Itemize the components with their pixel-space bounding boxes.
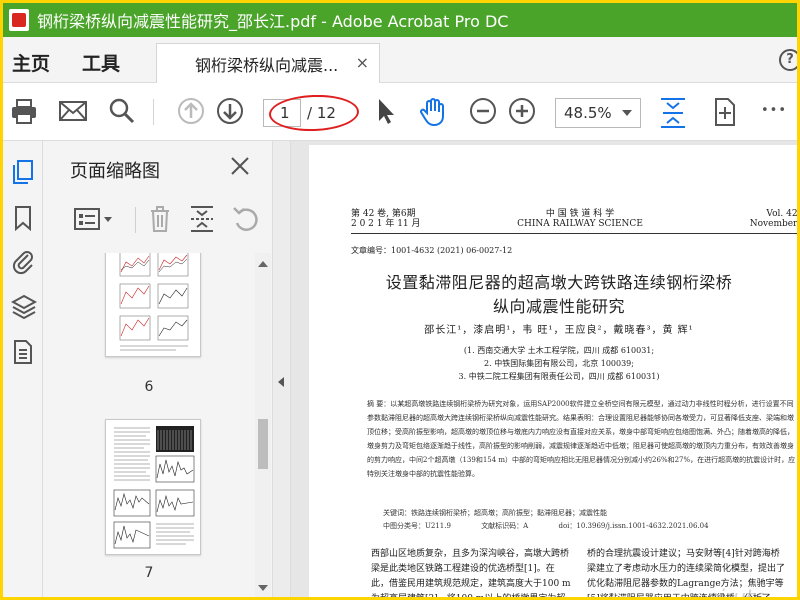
tab-bar: 主页 工具 钢桁梁桥纵向减震... × ?	[3, 37, 797, 83]
page-thumbnail[interactable]	[105, 253, 201, 357]
thumbnail-page-number: 6	[144, 379, 154, 395]
classification-row: 中图分类号：U211.9 文献标识码：A doi：10.3969/j.issn.…	[383, 521, 797, 531]
volume-text: 第 42 卷, 第6期	[351, 209, 416, 219]
collapse-panel-strip[interactable]	[273, 141, 291, 597]
doi: doi：10.3969/j.issn.1001-4632.2021.06.04	[558, 522, 709, 530]
date-en-text: November, 2021	[749, 219, 797, 229]
affiliation-line: (1. 西南交通大学 土木工程学院，四川 成都 610031;	[463, 346, 655, 355]
pdf-page: 第 42 卷, 第6期 2 0 2 1 年 11 月 中 国 铁 道 科 学 C…	[309, 145, 797, 597]
keywords: 关键词：铁路连续钢桁梁桥；超高墩；高阶振型；黏滞阻尼器；减震性能	[383, 509, 607, 517]
zoom-level-dropdown[interactable]: 48.5%	[555, 98, 641, 128]
thumbnail-graphic	[113, 426, 195, 549]
scroll-up-arrow-icon[interactable]	[258, 261, 268, 267]
panel-title: 页面缩略图	[70, 161, 160, 182]
email-icon[interactable]	[58, 97, 88, 125]
page-thumbnails-panel: 页面缩略图 6 7	[43, 141, 273, 597]
window-title: 钢桁梁桥纵向减震性能研究_邵长江.pdf - Adobe Acrobat Pro…	[37, 12, 509, 31]
journal-name-cn: 中 国 铁 道 科 学	[545, 209, 615, 219]
article-title-line1: 设置黏滞阻尼器的超高墩大跨铁路连续钢桁梁桥	[385, 273, 733, 292]
close-panel-icon[interactable]	[229, 155, 251, 177]
acrobat-window: 钢桁梁桥纵向减震性能研究_邵长江.pdf - Adobe Acrobat Pro…	[3, 3, 797, 597]
layers-icon[interactable]	[11, 293, 37, 321]
next-page-icon[interactable]	[216, 97, 244, 125]
article-title-line2: 纵向减震性能研究	[492, 297, 625, 316]
affiliation-line: 2. 中铁国际集团有限公司，北京 100039;	[484, 359, 634, 368]
close-tab-icon[interactable]: ×	[356, 53, 369, 72]
volume-en-text: Vol. 42 No. 6	[766, 209, 797, 219]
thumbnail-graphic	[119, 253, 189, 351]
scroll-down-arrow-icon[interactable]	[258, 585, 268, 591]
panel-tools-separator	[135, 207, 136, 233]
thumbnail-scrollbar[interactable]	[255, 253, 271, 597]
watermark: eirutc	[707, 585, 765, 597]
document-code: 文献标识码：A	[481, 522, 529, 530]
journal-name: 中 国 铁 道 科 学 CHINA RAILWAY SCIENCE	[505, 209, 655, 229]
select-cursor-icon[interactable]	[375, 97, 397, 125]
undo-icon[interactable]	[231, 205, 259, 233]
title-bar: 钢桁梁桥纵向减震性能研究_邵长江.pdf - Adobe Acrobat Pro…	[3, 3, 797, 37]
tab-home[interactable]: 主页	[12, 49, 50, 76]
journal-volume-en: Vol. 42 No. 6 November, 2021	[745, 209, 797, 229]
previous-page-icon[interactable]	[177, 97, 205, 125]
toolbar-separator	[153, 99, 154, 125]
document-tab-label: 钢桁梁桥纵向减震...	[195, 55, 339, 75]
tab-document[interactable]: 钢桁梁桥纵向减震... ×	[156, 43, 380, 83]
article-number: 文章编号：1001-4632 (2021) 06-0027-12	[351, 246, 513, 255]
main-toolbar: 1 / 12 48.5% •••	[3, 83, 797, 141]
search-icon[interactable]	[108, 97, 136, 125]
page-view-icon[interactable]	[712, 97, 738, 127]
header-rule	[351, 233, 797, 234]
affiliation-line: 3. 中铁二院工程集团有限责任公司，四川 成都 610031)	[458, 372, 660, 381]
journal-name-en: CHINA RAILWAY SCIENCE	[517, 219, 643, 229]
hand-tool-icon[interactable]	[418, 97, 448, 127]
journal-volume: 第 42 卷, 第6期 2 0 2 1 年 11 月	[351, 209, 421, 229]
collapse-left-icon[interactable]	[278, 377, 284, 387]
chevron-down-icon	[622, 110, 632, 116]
thumbnail-tools	[43, 199, 273, 241]
document-properties-icon[interactable]	[11, 339, 35, 365]
delete-page-icon[interactable]	[148, 205, 172, 233]
fit-page-icon[interactable]	[659, 97, 687, 129]
zoom-in-icon[interactable]	[508, 97, 536, 125]
thumbnail-page-number: 7	[144, 565, 154, 581]
zoom-level-value: 48.5%	[564, 104, 612, 122]
help-icon[interactable]: ?	[779, 49, 797, 71]
date-text: 2 0 2 1 年 11 月	[351, 219, 421, 229]
left-navigation-rail	[3, 141, 43, 597]
author-list: 邵长江¹，漆启明¹，韦 旺¹，王应良²，戴晓春³，黄 辉¹	[424, 325, 694, 336]
body-column-left: 西部山区地质复杂，且多为深沟峡谷，高墩大跨桥梁是此类地区铁路工程建设的优选桥型[…	[371, 549, 571, 597]
page-thumbnail[interactable]	[105, 419, 201, 555]
tab-tools[interactable]: 工具	[82, 49, 120, 76]
more-tools-icon[interactable]: •••	[761, 103, 787, 118]
document-view[interactable]: 第 42 卷, 第6期 2 0 2 1 年 11 月 中 国 铁 道 科 学 C…	[291, 141, 797, 597]
class-number: 中图分类号：U211.9	[383, 522, 451, 530]
thumbnail-list[interactable]: 6 7	[43, 253, 255, 597]
thumbnail-options-icon[interactable]	[73, 207, 113, 231]
print-icon[interactable]	[10, 97, 38, 125]
zoom-out-icon[interactable]	[469, 97, 497, 125]
insert-page-icon[interactable]	[189, 205, 215, 233]
scrollbar-thumb[interactable]	[258, 419, 268, 469]
bookmark-icon[interactable]	[11, 205, 35, 231]
page-thumbnails-icon[interactable]	[11, 159, 35, 185]
acrobat-app-icon	[9, 9, 29, 31]
abstract-text: 摘 要：以某超高墩铁路连续钢桁梁桥为研究对象，运用SAP2000软件建立全桥空间…	[367, 400, 796, 478]
attachment-icon[interactable]	[11, 247, 35, 275]
